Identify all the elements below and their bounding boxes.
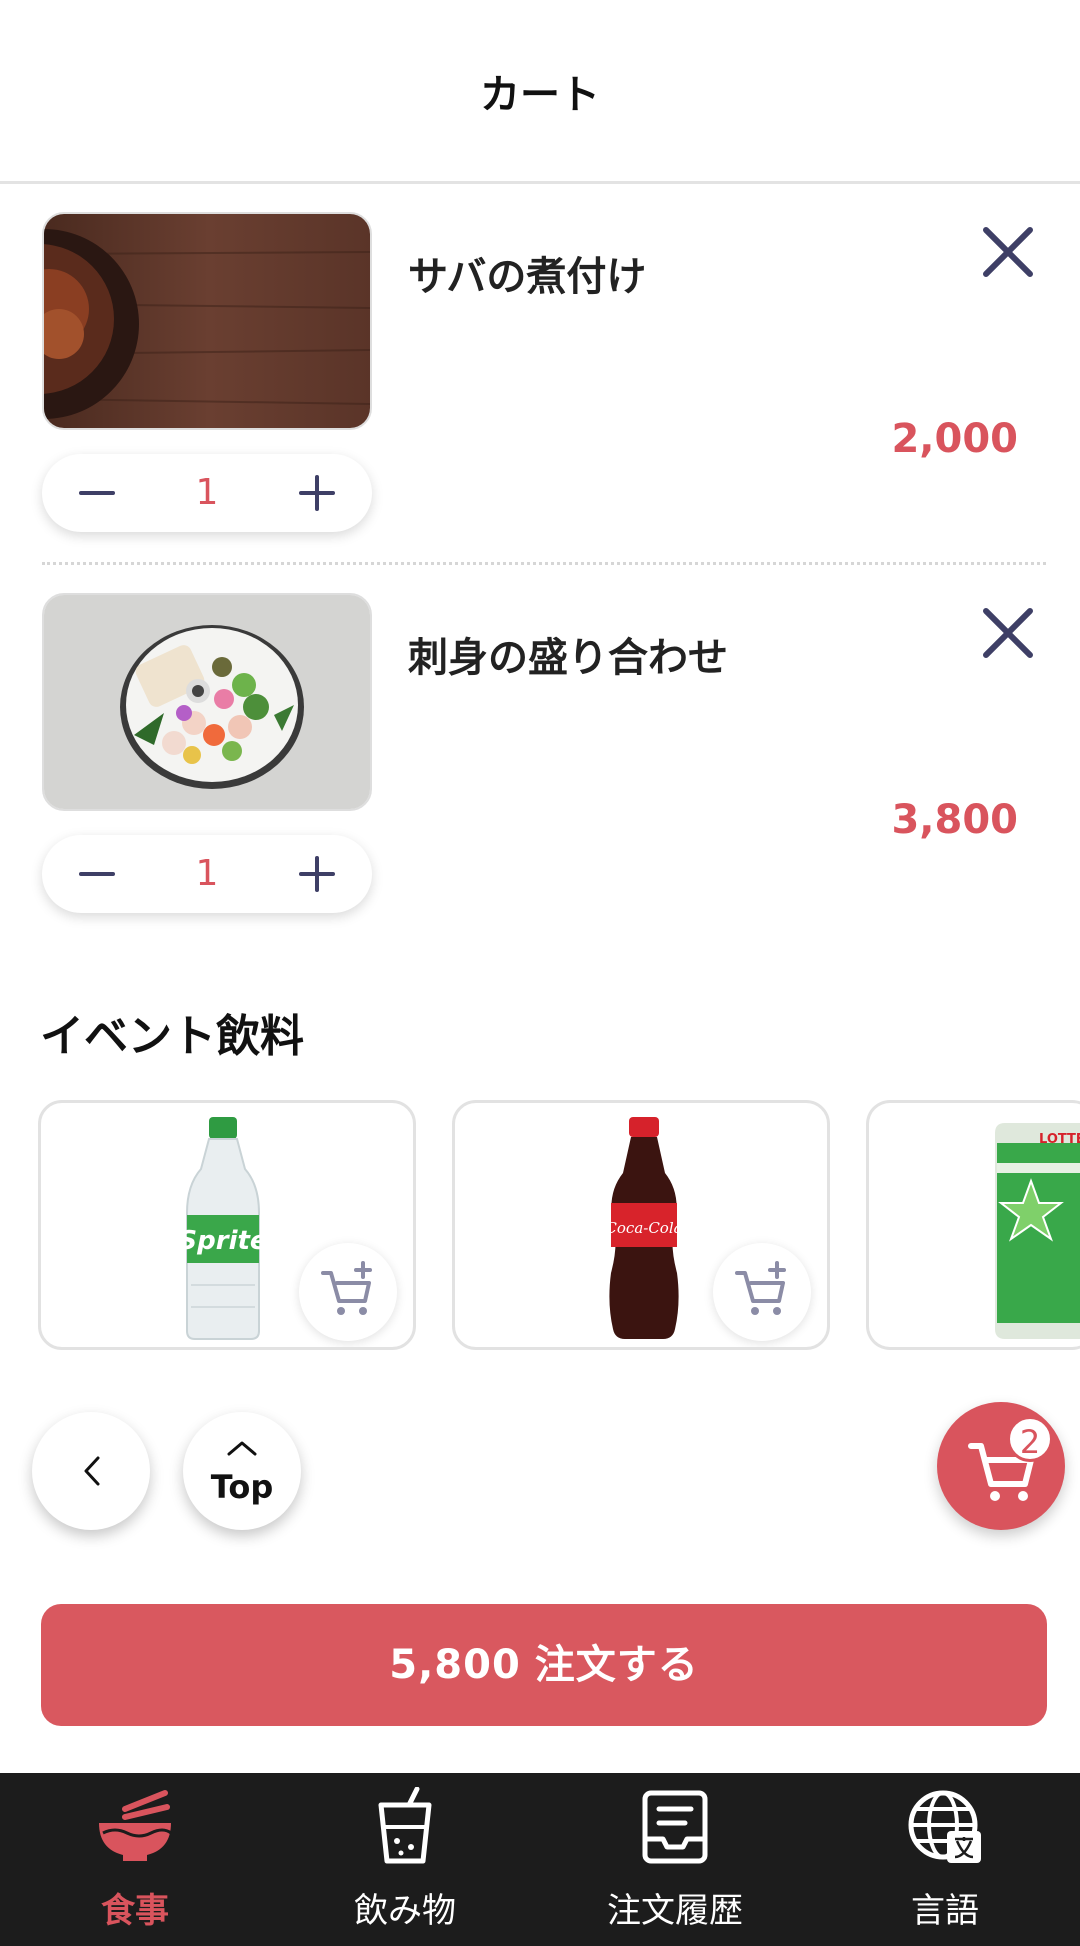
minus-icon — [79, 491, 115, 495]
order-history-icon — [642, 1790, 708, 1864]
plus-icon — [299, 475, 335, 511]
decrease-quantity-button[interactable] — [67, 844, 127, 904]
tab-order-history-label: 注文履歴 — [607, 1891, 743, 1931]
tab-order-history[interactable]: 注文履歴 — [540, 1773, 810, 1946]
event-drink-card-coca-cola[interactable]: Coca-Cola — [452, 1100, 830, 1350]
cart-plus-icon — [321, 1261, 372, 1315]
lotte-cider-can-image: LOTTE — [995, 1123, 1080, 1339]
chevron-left-icon — [84, 1456, 100, 1486]
tab-language[interactable]: 言語 — [810, 1773, 1080, 1946]
minus-icon — [79, 872, 115, 876]
event-drink-card-sprite[interactable]: Sprite — [38, 1100, 416, 1350]
tab-language-label: 言語 — [911, 1891, 979, 1931]
item-name: サバの煮付け — [408, 254, 647, 300]
drink-cup-icon — [378, 1787, 432, 1864]
scroll-to-top-label: Top — [210, 1468, 274, 1506]
noodle-bowl-icon — [99, 1790, 172, 1861]
quantity-value: 1 — [195, 472, 219, 513]
tab-food-label: 食事 — [101, 1891, 169, 1931]
quantity-stepper: 1 — [42, 835, 372, 913]
decrease-quantity-button[interactable] — [67, 463, 127, 523]
cart-count-badge: 2 — [1007, 1416, 1053, 1462]
tab-drinks-label: 飲み物 — [354, 1891, 456, 1931]
remove-item-button[interactable] — [980, 605, 1036, 661]
place-order-button[interactable]: 5,800 注文する — [41, 1604, 1047, 1726]
globe-language-icon — [908, 1790, 981, 1863]
add-to-cart-button[interactable] — [713, 1243, 811, 1341]
order-label: 注文する — [534, 1642, 699, 1688]
increase-quantity-button[interactable] — [287, 844, 347, 904]
floating-cart-button[interactable]: 2 — [937, 1402, 1065, 1530]
coca-cola-logo: Coca-Cola — [605, 1219, 682, 1237]
lotte-logo: LOTTE — [1039, 1132, 1080, 1147]
increase-quantity-button[interactable] — [287, 463, 347, 523]
section-title-event-drinks: イベント飲料 — [40, 1011, 304, 1062]
add-to-cart-button[interactable] — [299, 1243, 397, 1341]
cart-icon — [968, 1443, 1034, 1501]
plus-icon — [299, 856, 335, 892]
item-image-saba — [42, 212, 372, 430]
sprite-logo: Sprite — [178, 1226, 267, 1256]
remove-item-button[interactable] — [980, 224, 1036, 280]
cart-item: 刺身の盛り合わせ 3,800 1 — [0, 565, 1080, 935]
quantity-value: 1 — [195, 853, 219, 894]
item-name: 刺身の盛り合わせ — [408, 635, 728, 681]
cart-item: サバの煮付け 2,000 1 — [0, 184, 1080, 554]
chevron-up-icon — [227, 1441, 257, 1456]
tab-food[interactable]: 食事 — [0, 1773, 270, 1946]
close-icon — [983, 227, 1033, 277]
cart-plus-icon — [735, 1261, 786, 1315]
item-price: 3,800 — [891, 797, 1018, 843]
event-drink-card-lotte-cider[interactable]: LOTTE — [866, 1100, 1080, 1350]
item-image-sashimi — [42, 593, 372, 811]
back-button[interactable] — [32, 1412, 150, 1530]
item-price: 2,000 — [891, 416, 1018, 462]
scroll-to-top-button[interactable]: Top — [183, 1412, 301, 1530]
close-icon — [983, 608, 1033, 658]
header: カート — [0, 0, 1080, 184]
page-title: カート — [480, 71, 600, 118]
quantity-stepper: 1 — [42, 454, 372, 532]
bottom-tab-bar: 食事 飲み物 注文履歴 言語 — [0, 1773, 1080, 1946]
tab-drinks[interactable]: 飲み物 — [270, 1773, 540, 1946]
order-total: 5,800 — [389, 1642, 521, 1688]
